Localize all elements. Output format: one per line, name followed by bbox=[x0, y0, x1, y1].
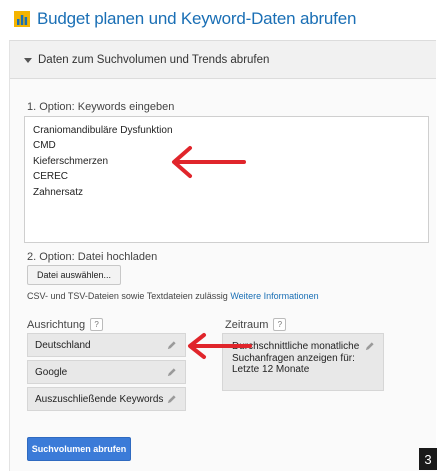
get-search-volume-button[interactable]: Suchvolumen abrufen bbox=[27, 437, 131, 461]
negative-keywords-chip[interactable]: Auszuschließende Keywords bbox=[27, 387, 186, 411]
keyword-planner-logo-icon bbox=[14, 11, 30, 27]
page-title: Budget planen und Keyword-Daten abrufen bbox=[37, 9, 357, 28]
help-icon[interactable]: ? bbox=[273, 318, 287, 331]
ausrichtung-label-text: Ausrichtung bbox=[27, 319, 86, 331]
keyword-item: Craniomandibuläre Dysfunktion bbox=[33, 125, 173, 136]
page-number: 3 bbox=[419, 448, 437, 470]
keyword-item: Kieferschmerzen bbox=[33, 155, 109, 167]
option1-label: 1. Option: Keywords eingeben bbox=[27, 101, 175, 113]
help-icon[interactable]: ? bbox=[90, 318, 104, 331]
keyword-item: CMD bbox=[33, 140, 56, 152]
pencil-icon[interactable] bbox=[364, 341, 375, 352]
red-arrow-icon bbox=[188, 333, 252, 359]
caret-down-icon[interactable] bbox=[24, 51, 34, 69]
section-title: Daten zum Suchvolumen und Trends abrufen bbox=[38, 53, 270, 66]
upload-hint-text: CSV- und TSV-Dateien sowie Textdateien z… bbox=[27, 291, 228, 301]
ausrichtung-label: Ausrichtung? bbox=[27, 318, 104, 331]
keywords-list: Craniomandibuläre Dysfunktion CMD Kiefer… bbox=[33, 123, 173, 200]
location-chip[interactable]: Deutschland bbox=[27, 333, 186, 357]
pencil-icon[interactable] bbox=[166, 394, 177, 405]
upload-hint: CSV- und TSV-Dateien sowie Textdateien z… bbox=[27, 291, 319, 301]
pencil-icon[interactable] bbox=[166, 340, 177, 351]
pencil-icon[interactable] bbox=[166, 367, 177, 378]
negative-keywords-chip-label: Auszuschließende Keywords bbox=[35, 393, 164, 405]
section-header[interactable]: Daten zum Suchvolumen und Trends abrufen bbox=[10, 41, 436, 79]
keyword-item: CEREC bbox=[33, 171, 69, 183]
network-chip[interactable]: Google bbox=[27, 360, 186, 384]
red-arrow-icon bbox=[172, 146, 246, 178]
location-chip-label: Deutschland bbox=[35, 339, 91, 351]
keyword-item: Zahnersatz bbox=[33, 186, 84, 198]
page-header: Budget planen und Keyword-Daten abrufen bbox=[14, 8, 356, 30]
network-chip-label: Google bbox=[35, 366, 68, 378]
more-info-link[interactable]: Weitere Informationen bbox=[230, 291, 318, 301]
option2-label: 2. Option: Datei hochladen bbox=[27, 251, 158, 263]
choose-file-button[interactable]: Datei auswählen... bbox=[27, 265, 121, 285]
